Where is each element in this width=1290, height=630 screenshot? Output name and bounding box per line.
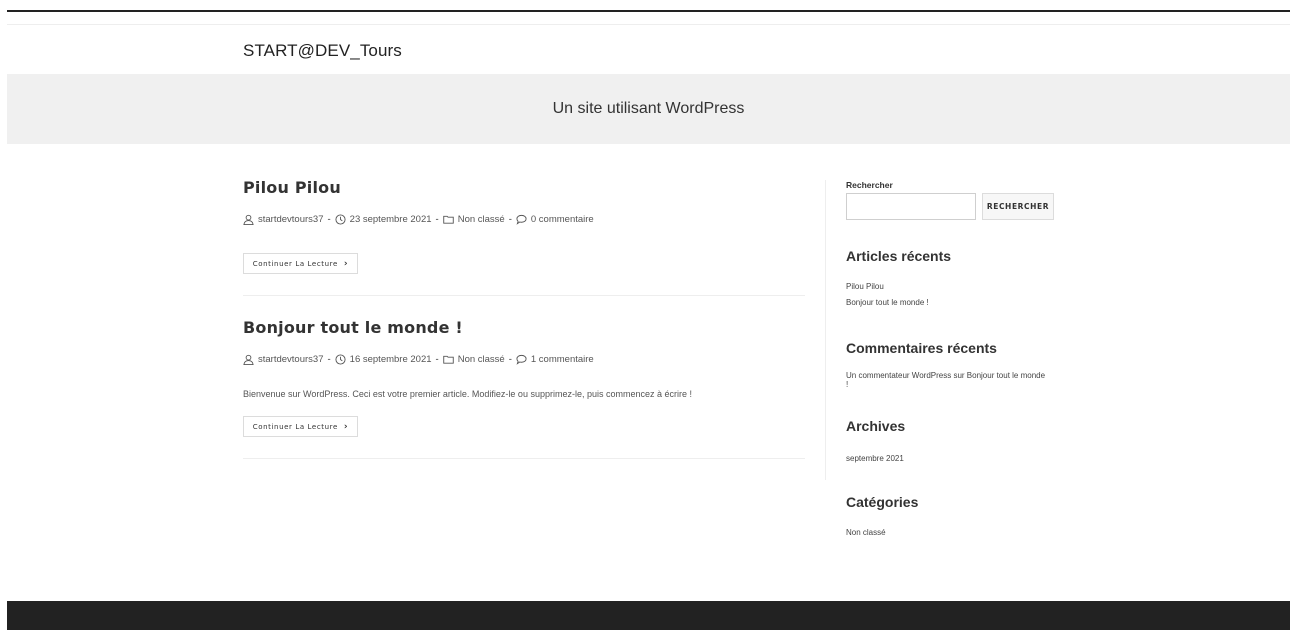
search-input[interactable] (846, 193, 976, 220)
post-divider (243, 458, 805, 459)
search-label: Rechercher (846, 180, 893, 190)
clock-icon (335, 354, 346, 365)
top-border (7, 10, 1290, 12)
post-title[interactable]: Bonjour tout le monde ! (243, 318, 463, 337)
category-link[interactable]: Non classé (846, 528, 886, 537)
chevron-right-icon: › (343, 258, 349, 269)
post-title[interactable]: Pilou Pilou (243, 178, 341, 197)
categories-title: Catégories (846, 494, 919, 510)
folder-icon (442, 215, 454, 224)
post-category[interactable]: Non classé (458, 214, 505, 225)
archive-link[interactable]: septembre 2021 (846, 454, 904, 463)
chevron-right-icon: › (343, 421, 349, 432)
post-author[interactable]: startdevtours37 (258, 354, 323, 365)
sidebar-divider (825, 180, 826, 480)
post-divider (243, 295, 805, 296)
clock-icon (335, 214, 346, 225)
post-comments[interactable]: 0 commentaire (531, 214, 594, 225)
post-item: Bonjour tout le monde ! startdevtours37 … (243, 318, 805, 437)
post-meta: startdevtours37 - 23 septembre 2021 - No… (243, 214, 594, 225)
continue-reading-label: Continuer La Lecture (252, 422, 338, 431)
post-date: 16 septembre 2021 (349, 354, 432, 365)
meta-separator: - (327, 214, 331, 225)
recent-comment-link[interactable]: Un commentateur WordPress sur Bonjour to… (846, 371, 1046, 389)
recent-posts-title: Articles récents (846, 248, 952, 264)
recent-post-link[interactable]: Pilou Pilou (846, 282, 884, 291)
folder-icon (442, 355, 454, 364)
meta-separator: - (435, 214, 439, 225)
continue-reading-button[interactable]: Continuer La Lecture › (243, 416, 358, 437)
archives-title: Archives (846, 418, 906, 434)
post-excerpt: Bienvenue sur WordPress. Ceci est votre … (243, 389, 693, 399)
top-divider (7, 24, 1290, 25)
post-date: 23 septembre 2021 (349, 214, 432, 225)
continue-reading-label: Continuer La Lecture (252, 259, 338, 268)
site-footer (7, 601, 1290, 630)
recent-post-link[interactable]: Bonjour tout le monde ! (846, 298, 929, 307)
site-title[interactable]: START@DEV_Tours (243, 41, 402, 61)
recent-comments-title: Commentaires récents (846, 340, 997, 356)
post-author[interactable]: startdevtours37 (258, 214, 323, 225)
page-header: Un site utilisant WordPress (7, 74, 1290, 144)
post-category[interactable]: Non classé (458, 354, 505, 365)
meta-separator: - (508, 214, 512, 225)
site-tagline: Un site utilisant WordPress (552, 100, 745, 117)
comment-icon (516, 214, 527, 225)
meta-separator: - (327, 354, 331, 365)
comment-icon (516, 354, 527, 365)
search-button[interactable]: RECHERCHER (982, 193, 1054, 220)
post-item: Pilou Pilou startdevtours37 - 23 septemb… (243, 178, 805, 274)
meta-separator: - (435, 354, 439, 365)
meta-separator: - (508, 354, 512, 365)
continue-reading-button[interactable]: Continuer La Lecture › (243, 253, 358, 274)
post-comments[interactable]: 1 commentaire (531, 354, 594, 365)
post-meta: startdevtours37 - 16 septembre 2021 - No… (243, 354, 594, 365)
user-icon (243, 354, 254, 365)
user-icon (243, 214, 254, 225)
